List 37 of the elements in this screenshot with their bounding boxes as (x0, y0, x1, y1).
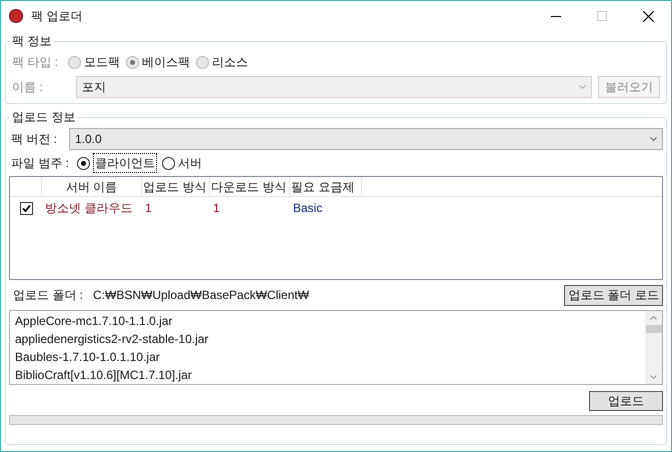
radio-button[interactable] (162, 156, 176, 170)
column-header[interactable]: 필요 요금제 (290, 177, 362, 196)
upload-button[interactable]: 업로드 (589, 391, 663, 411)
list-item[interactable]: Baubles-1.7.10-1.0.1.10.jar (15, 348, 645, 366)
folder-path: C:₩BSN₩Upload₩BasePack₩Client₩ (93, 287, 310, 304)
group-title: 업로드 정보 (10, 109, 78, 125)
list-item[interactable]: AppleCore-mc1.7.10-1.1.0.jar (15, 312, 645, 330)
column-header[interactable]: 서버 이름 (42, 177, 142, 196)
group-title: 팩 정보 (10, 33, 54, 49)
table-cell-text: Basic (292, 200, 324, 217)
window-title: 팩 업로더 (31, 8, 82, 25)
scroll-down-icon[interactable] (650, 375, 657, 379)
radio-button[interactable] (77, 156, 90, 170)
scrollbar[interactable] (645, 311, 662, 384)
chevron-icon (650, 137, 657, 141)
checkbox[interactable] (20, 202, 32, 214)
list-item[interactable]: appliedenergistics2-rv2-stable-10.jar (15, 330, 645, 348)
radio-label[interactable]: 클라이언트 (93, 153, 158, 173)
scroll-up-icon[interactable] (650, 316, 657, 320)
list-item[interactable]: BiblioCraft[v1.10.6][MC1.7.10].jar (15, 366, 645, 384)
chevron-icon (579, 85, 586, 89)
scroll-thumb[interactable] (646, 325, 662, 333)
table-cell-text: 1 (144, 200, 153, 217)
field-label: 팩 타입 : (12, 54, 58, 71)
table-cell-text: 1 (212, 200, 221, 217)
close-icon (642, 10, 654, 22)
field-label: 업로드 폴더 : (13, 287, 84, 304)
load-folder-button[interactable]: 업로드 폴더 로드 (564, 284, 663, 306)
radio-label[interactable]: 서버 (178, 154, 202, 172)
column-header[interactable]: 업로드 방식 (142, 177, 210, 196)
field-label: 팩 버전 : (10, 131, 58, 148)
column-header[interactable]: 다운로드 방식 (210, 177, 290, 196)
version-dropdown[interactable]: 1.0.0 (69, 128, 663, 150)
field-label: 파일 범주 : (11, 155, 70, 172)
app-icon (9, 9, 23, 23)
table-cell-text: 방소넷 클라우드 (44, 200, 134, 217)
field-label: 이름 : (12, 79, 44, 96)
